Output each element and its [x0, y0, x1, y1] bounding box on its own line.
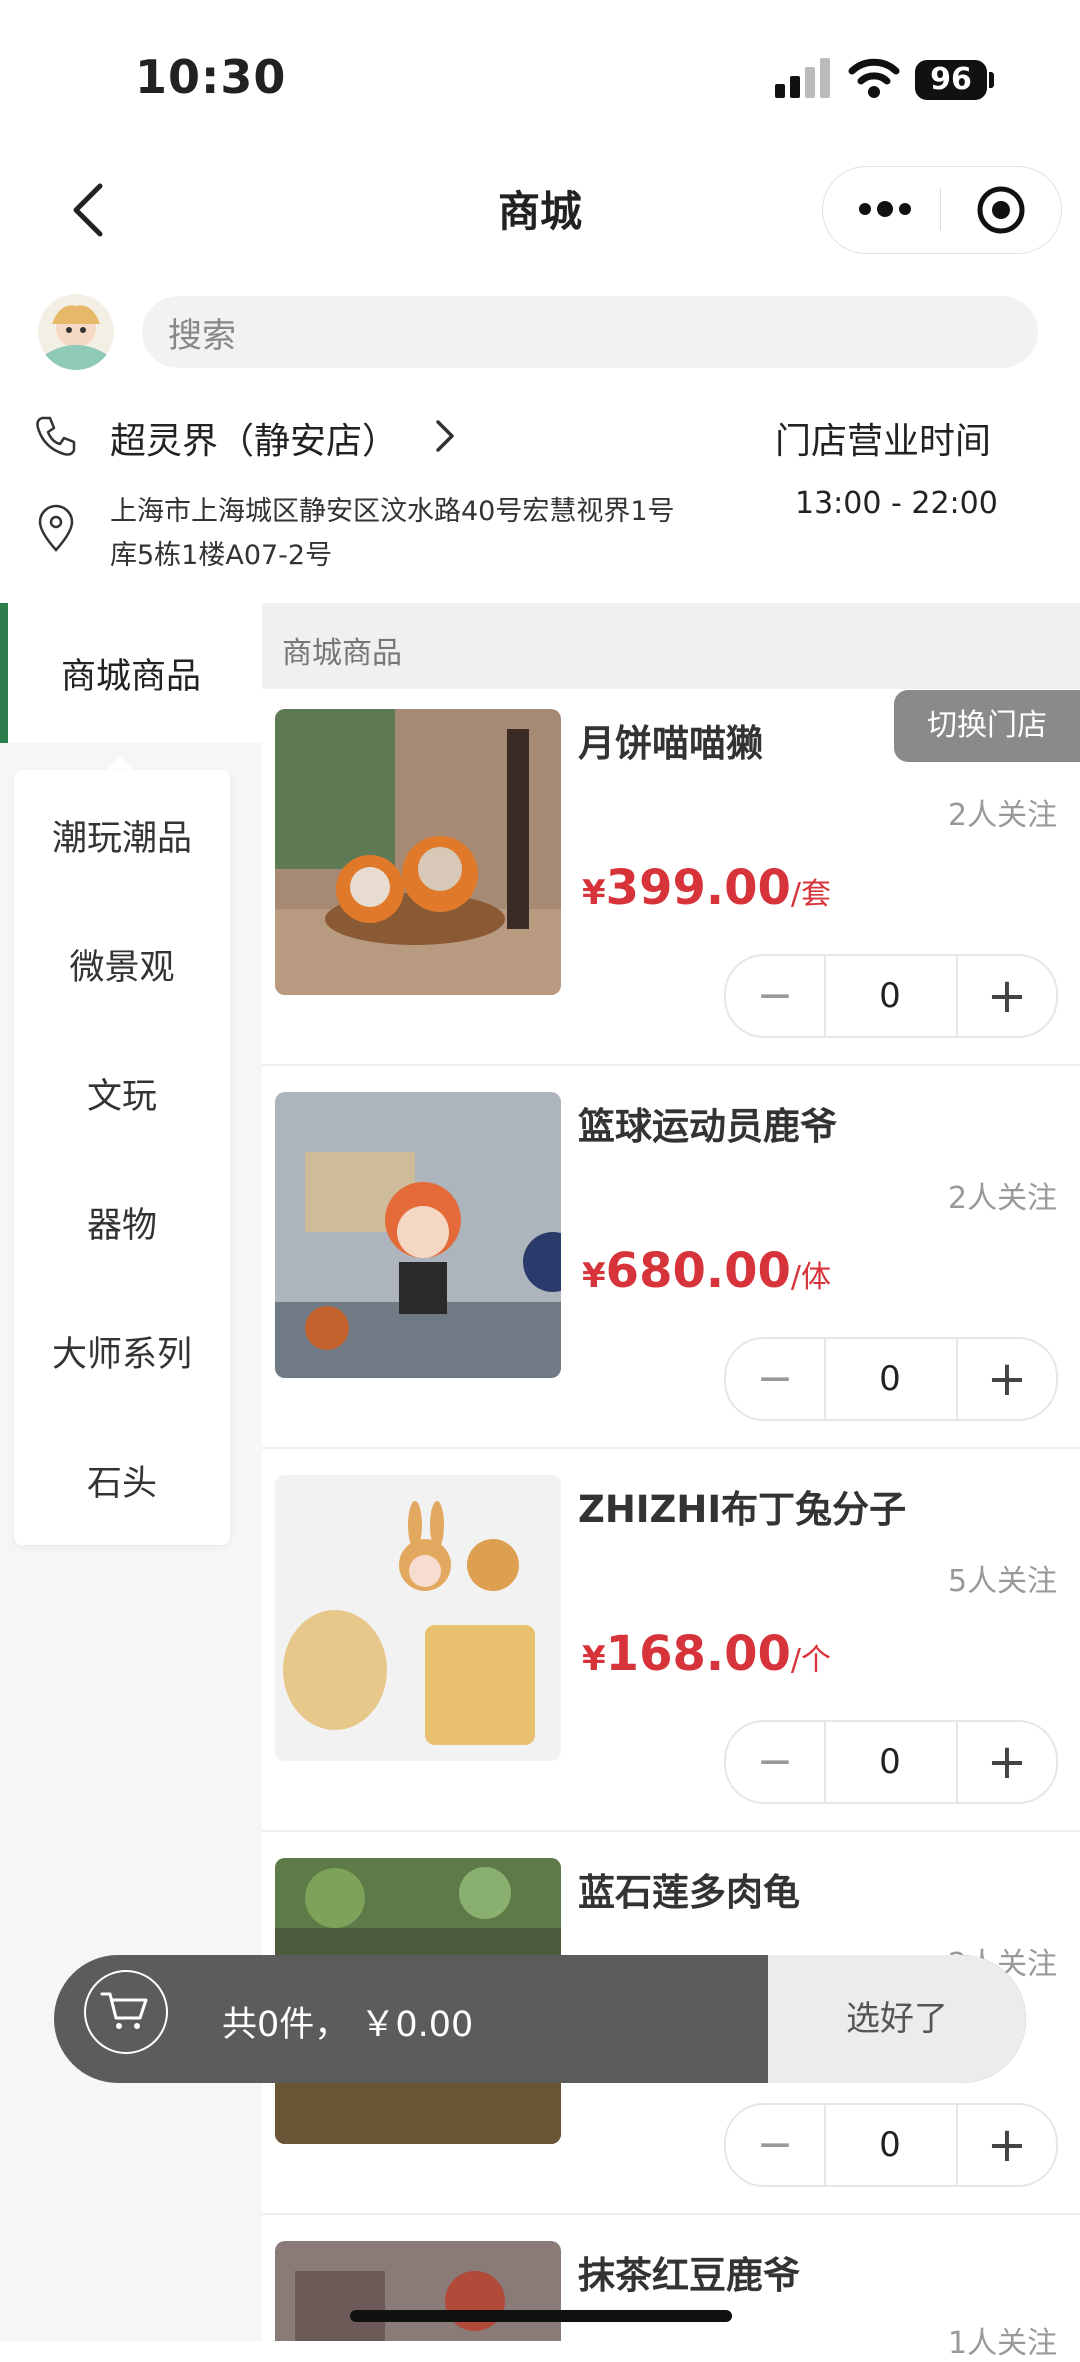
- sidebar-sub-item[interactable]: 微景观: [14, 939, 230, 990]
- shop-avatar[interactable]: [38, 294, 114, 370]
- sidebar-item-mall-goods[interactable]: 商城商品: [0, 648, 262, 699]
- search-placeholder: 搜索: [168, 316, 236, 356]
- price-currency: ¥: [582, 1639, 606, 1679]
- product-image[interactable]: [275, 709, 561, 995]
- product-image[interactable]: [275, 2241, 561, 2341]
- increment-button[interactable]: +: [956, 956, 1056, 1036]
- switch-store-button[interactable]: 切换门店: [894, 690, 1080, 762]
- phone-icon[interactable]: [34, 414, 78, 458]
- quantity-value: 0: [879, 976, 901, 1016]
- price-currency: ¥: [582, 873, 606, 913]
- cellular-signal-icon: [775, 58, 830, 98]
- address-line-2: 库5栋1楼A07-2号: [110, 540, 333, 571]
- address-line-1: 上海市上海城区静安区汶水路40号宏慧视界1号: [110, 496, 675, 527]
- price-unit: /体: [790, 1260, 832, 1295]
- increment-button[interactable]: +: [956, 1339, 1056, 1419]
- product-price: ¥168.00/个: [582, 1626, 831, 1682]
- quantity-value: 0: [879, 1359, 901, 1399]
- price-unit: /套: [790, 877, 832, 912]
- home-indicator: [350, 2310, 732, 2322]
- price-amount: 399.00: [605, 860, 791, 916]
- subcategory-card: [14, 770, 230, 1545]
- hours-value: 13:00 - 22:00: [795, 486, 998, 521]
- quantity-stepper: − 0 +: [724, 1337, 1058, 1421]
- capsule-divider: [940, 188, 941, 230]
- increment-button[interactable]: +: [956, 2105, 1056, 2185]
- follow-count: 2人关注: [948, 798, 1058, 833]
- decrement-button[interactable]: −: [726, 1339, 826, 1419]
- row-divider: [262, 1447, 1080, 1449]
- product-name[interactable]: 抹茶红豆鹿爷: [578, 2245, 800, 2299]
- price-amount: 680.00: [605, 1243, 791, 1299]
- sidebar-sub-item[interactable]: 大师系列: [14, 1326, 230, 1377]
- decrement-button[interactable]: −: [726, 2105, 826, 2185]
- quantity-value: 0: [879, 2125, 901, 2165]
- location-pin-icon: [38, 504, 74, 552]
- row-divider: [262, 2213, 1080, 2215]
- product-price: ¥680.00/体: [582, 1243, 831, 1299]
- sidebar-sub-item[interactable]: 器物: [14, 1197, 230, 1248]
- price-currency: ¥: [582, 1256, 606, 1296]
- sidebar-sub-item[interactable]: 潮玩潮品: [14, 810, 230, 861]
- quantity-value: 0: [879, 1742, 901, 1782]
- store-address: 上海市上海城区静安区汶水路40号宏慧视界1号 库5栋1楼A07-2号: [110, 490, 710, 578]
- cart-button[interactable]: [84, 1970, 168, 2054]
- follow-count: 5人关注: [948, 1564, 1058, 1599]
- close-miniprogram-icon[interactable]: [975, 184, 1027, 236]
- price-unit: /个: [790, 1643, 832, 1678]
- search-input[interactable]: [142, 296, 1038, 368]
- quantity-stepper: − 0 +: [724, 1720, 1058, 1804]
- wifi-icon: [848, 58, 900, 98]
- section-title: 商城商品: [282, 636, 402, 671]
- row-divider: [262, 1830, 1080, 1832]
- battery-indicator: 96: [915, 60, 987, 100]
- product-price: ¥399.00/套: [582, 860, 831, 916]
- chevron-right-icon[interactable]: [430, 416, 460, 456]
- follow-count: 2人关注: [948, 1181, 1058, 1216]
- product-name[interactable]: 月饼喵喵獭: [578, 713, 763, 767]
- product-name[interactable]: 篮球运动员鹿爷: [578, 1096, 837, 1150]
- quantity-stepper: − 0 +: [724, 954, 1058, 1038]
- sidebar-sub-item[interactable]: 石头: [14, 1455, 230, 1506]
- product-image[interactable]: [275, 1092, 561, 1378]
- product-name[interactable]: 蓝石莲多肉龟: [578, 1862, 800, 1916]
- cart-icon: [100, 1992, 148, 2029]
- product-image[interactable]: [275, 1475, 561, 1761]
- checkout-button[interactable]: 选好了: [768, 1955, 1026, 2083]
- store-name[interactable]: 超灵界（静安店）: [110, 412, 398, 464]
- status-time: 10:30: [135, 50, 287, 104]
- decrement-button[interactable]: −: [726, 956, 826, 1036]
- cart-summary: 共0件， ￥0.00: [222, 2005, 474, 2045]
- follow-count: 1人关注: [948, 2326, 1058, 2361]
- price-amount: 168.00: [605, 1626, 791, 1682]
- hours-label: 门店营业时间: [775, 421, 992, 462]
- more-dots-icon[interactable]: [855, 196, 915, 222]
- row-divider: [262, 1064, 1080, 1066]
- increment-button[interactable]: +: [956, 1722, 1056, 1802]
- product-name[interactable]: ZHIZHI布丁兔分子: [578, 1479, 906, 1533]
- battery-tip: [989, 72, 994, 88]
- sidebar-sub-item[interactable]: 文玩: [14, 1068, 230, 1119]
- decrement-button[interactable]: −: [726, 1722, 826, 1802]
- quantity-stepper: − 0 +: [724, 2103, 1058, 2187]
